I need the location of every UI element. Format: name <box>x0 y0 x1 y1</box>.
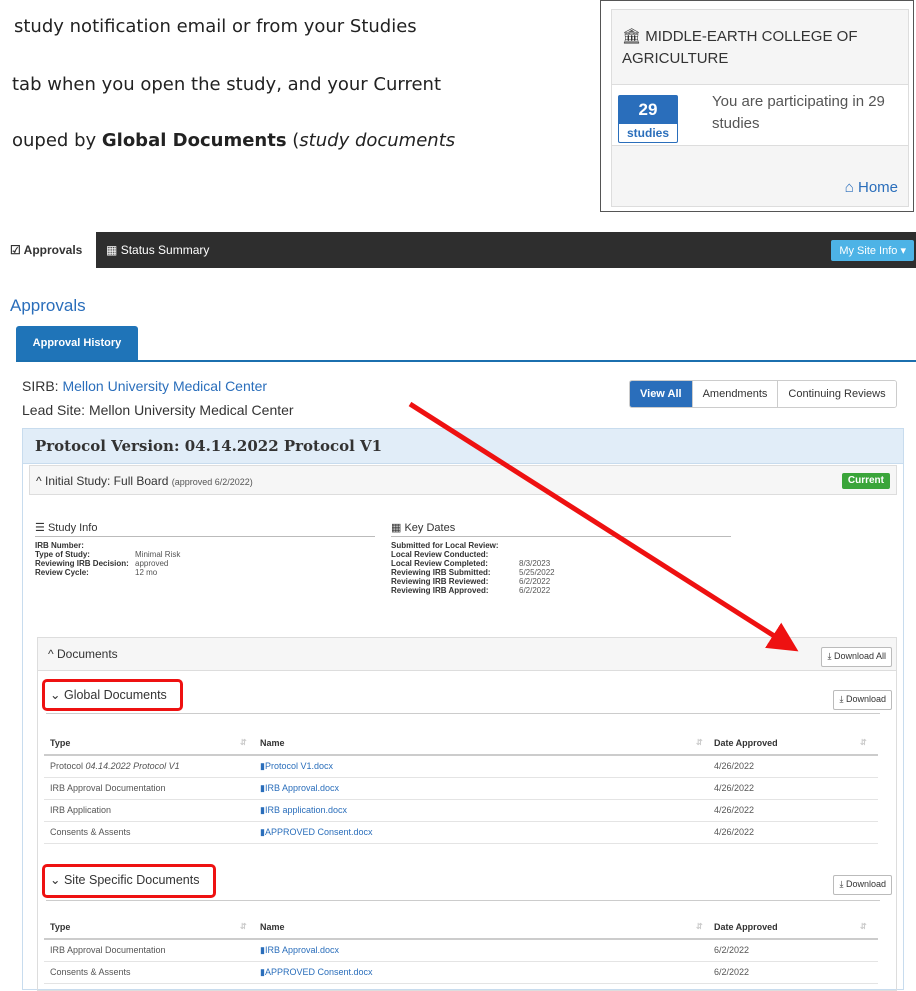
document-link[interactable]: ▮IRB Approval.docx <box>260 940 339 961</box>
filter-button-group: View All Amendments Continuing Reviews <box>629 380 897 408</box>
download-icon: ⤓ <box>839 879 844 889</box>
doc-text-line-2: tab when you open the study, and your Cu… <box>12 74 442 95</box>
approvals-icon: ☑ <box>10 243 21 257</box>
protocol-header: Protocol Version: 04.14.2022 Protocol V1 <box>23 429 903 464</box>
highlight-box-global <box>42 679 183 711</box>
tab-approval-history[interactable]: Approval History <box>16 326 138 360</box>
study-info-fields: IRB Number: Type of Study: Minimal Risk R… <box>35 541 181 577</box>
calendar-icon: ▦ <box>391 522 402 534</box>
protocol-panel: Protocol Version: 04.14.2022 Protocol V1… <box>22 428 904 991</box>
view-all-button[interactable]: View All <box>630 381 692 407</box>
sort-icon[interactable]: ⇵ <box>696 916 703 938</box>
study-info-heading: ☰ Study Info <box>35 521 375 537</box>
document-link[interactable]: ▮APPROVED Consent.docx <box>260 962 373 983</box>
table-row: IRB Approval Documentation ▮IRB Approval… <box>44 940 878 962</box>
sort-icon[interactable]: ⇵ <box>860 916 867 938</box>
download-all-button[interactable]: ⤓ Download All <box>821 647 892 667</box>
documents-panel: ^ Documents ⤓ Download All ⌄ Global Docu… <box>37 637 897 991</box>
highlight-box-site <box>42 864 216 898</box>
download-site-button[interactable]: ⤓ Download <box>833 875 892 895</box>
document-link[interactable]: ▮APPROVED Consent.docx <box>260 822 373 843</box>
documents-header[interactable]: ^ Documents <box>38 638 896 671</box>
initial-study-row[interactable]: ^ Initial Study: Full Board (approved 6/… <box>29 465 897 495</box>
sort-icon[interactable]: ⇵ <box>240 916 247 938</box>
download-icon: ⤓ <box>839 694 844 704</box>
institution-card: 🏛 MIDDLE-EARTH COLLEGE OF AGRICULTURE 29… <box>600 0 914 212</box>
site-documents-table: Type ⇵ Name ⇵ Date Approved ⇵ IRB Approv… <box>44 916 878 984</box>
table-row: Consents & Assents ▮APPROVED Consent.doc… <box>44 822 878 844</box>
amendments-button[interactable]: Amendments <box>691 381 778 407</box>
institution-header: 🏛 MIDDLE-EARTH COLLEGE OF AGRICULTURE <box>612 10 908 85</box>
sort-icon[interactable]: ⇵ <box>240 732 247 754</box>
document-link[interactable]: ▮Protocol V1.docx <box>260 756 333 777</box>
nav-tab-status-summary[interactable]: ▦ Status Summary <box>96 232 219 268</box>
tab-row: Approval History <box>16 326 916 362</box>
studies-count-badge[interactable]: 29 studies <box>618 95 678 143</box>
page-title: Approvals <box>10 296 86 315</box>
table-row: IRB Approval Documentation ▮IRB Approval… <box>44 778 878 800</box>
download-global-button[interactable]: ⤓ Download <box>833 690 892 710</box>
chevron-up-icon: ^ <box>48 647 54 661</box>
table-row: Consents & Assents ▮APPROVED Consent.doc… <box>44 962 878 984</box>
table-icon: ▦ <box>106 243 118 257</box>
continuing-reviews-button[interactable]: Continuing Reviews <box>777 381 896 407</box>
sort-icon[interactable]: ⇵ <box>696 732 703 754</box>
sirb-link[interactable]: Mellon University Medical Center <box>62 378 267 394</box>
sirb-line: SIRB: Mellon University Medical Center <box>22 378 268 394</box>
caret-down-icon: ▾ <box>900 245 906 257</box>
list-icon: ☰ <box>35 522 45 534</box>
doc-text-line-3: ouped by Global Documents (study documen… <box>12 130 456 151</box>
lead-site: Lead Site: Mellon University Medical Cen… <box>22 402 294 418</box>
table-row: IRB Application ▮IRB application.docx 4/… <box>44 800 878 822</box>
institution-icon: 🏛 <box>622 28 642 45</box>
divider <box>46 713 880 714</box>
institution-name: MIDDLE-EARTH COLLEGE OF AGRICULTURE <box>622 28 858 67</box>
current-badge: Current <box>841 473 890 489</box>
top-nav: ☑ Approvals ▦ Status Summary My Site Inf… <box>0 232 916 268</box>
doc-text-line-1: study notification email or from your St… <box>14 16 417 37</box>
key-dates-heading: ▦ Key Dates <box>391 521 731 537</box>
download-icon: ⤓ <box>827 651 832 661</box>
key-dates-fields: Submitted for Local Review: Local Review… <box>391 541 555 595</box>
home-icon: ⌂ <box>844 179 854 196</box>
chevron-up-icon: ^ <box>36 474 42 488</box>
global-documents-table: Type ⇵ Name ⇵ Date Approved ⇵ Protocol 0… <box>44 732 878 844</box>
table-row: Protocol 04.14.2022 Protocol V1 ▮Protoco… <box>44 756 878 778</box>
participating-text: You are participating in 29 studies <box>712 93 885 132</box>
table-header: Type ⇵ Name ⇵ Date Approved ⇵ <box>44 916 878 940</box>
table-header: Type ⇵ Name ⇵ Date Approved ⇵ <box>44 732 878 756</box>
nav-tab-approvals[interactable]: ☑ Approvals <box>0 232 96 268</box>
site-info-dropdown[interactable]: My Site Info ▾ <box>831 240 914 261</box>
home-link[interactable]: ⌂ Home <box>845 179 898 196</box>
divider <box>46 900 880 901</box>
sort-icon[interactable]: ⇵ <box>860 732 867 754</box>
document-link[interactable]: ▮IRB Approval.docx <box>260 778 339 799</box>
document-link[interactable]: ▮IRB application.docx <box>260 800 347 821</box>
